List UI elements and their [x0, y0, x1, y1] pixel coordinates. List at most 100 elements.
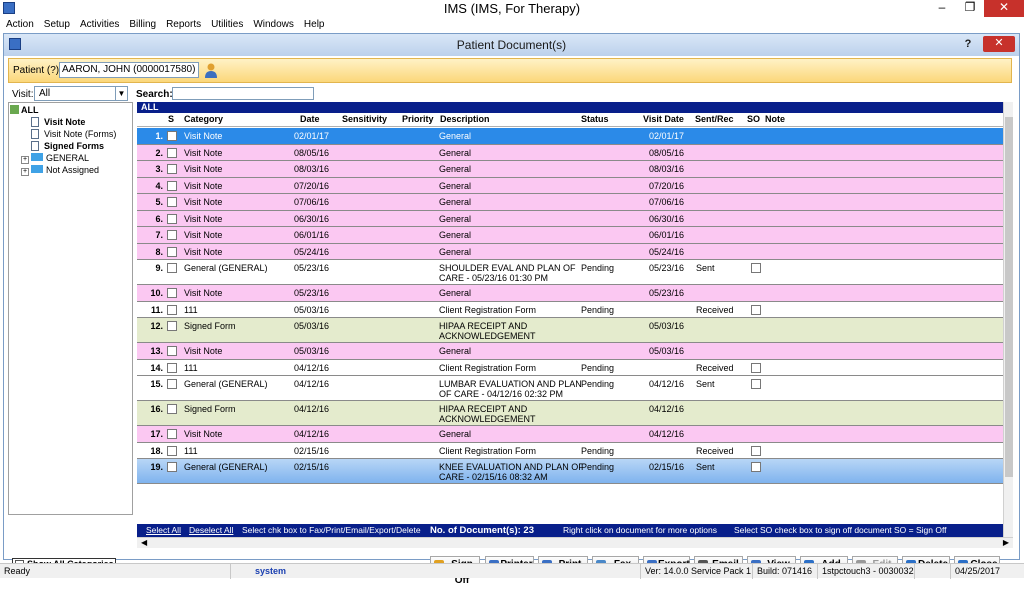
menu-utilities[interactable]: Utilities	[211, 17, 243, 32]
table-row[interactable]: 7. Visit Note 06/01/16 General 06/01/16	[137, 227, 1003, 244]
row-select-checkbox[interactable]	[167, 213, 177, 224]
table-row[interactable]: 11. 111 05/03/16 Client Registration Form Pe…	[137, 301, 1003, 318]
minimize-button[interactable]: –	[928, 0, 956, 17]
column-header-s[interactable]: S	[168, 114, 174, 124]
table-row[interactable]: 10. Visit Note 05/23/16 General 05/23/16	[137, 285, 1003, 302]
row-select-checkbox[interactable]	[167, 429, 177, 439]
patient-label[interactable]: Patient (?)	[13, 65, 59, 76]
tree-node-signed-forms[interactable]: Signed Forms	[9, 140, 132, 152]
signoff-checkbox[interactable]	[751, 379, 761, 389]
horizontal-scrollbar[interactable]: ◀ ▶	[137, 537, 1013, 548]
signoff-checkbox[interactable]	[751, 445, 761, 456]
scroll-thumb[interactable]	[1005, 117, 1013, 477]
row-select-checkbox[interactable]	[167, 288, 177, 298]
tree-node-visit-note[interactable]: Visit Note	[9, 116, 132, 128]
restore-button[interactable]: ❐	[956, 0, 984, 17]
table-row[interactable]: 9. General (GENERAL) 05/23/16 SHOULDER EVAL…	[137, 260, 1003, 285]
table-row[interactable]: 13. Visit Note 05/03/16 General 05/03/16	[137, 343, 1003, 360]
table-row[interactable]: 12. Signed Form 05/03/16 HIPAA RECEIPT AND …	[137, 318, 1003, 343]
status-version: Ver: 14.0.0 Service Pack 1	[640, 564, 755, 579]
table-row[interactable]: 6. Visit Note 06/30/16 General 06/30/16	[137, 210, 1003, 227]
table-row[interactable]: 18. 111 02/15/16 Client Registration Form Pe…	[137, 442, 1003, 459]
tree-folder-not-assigned[interactable]: + Not Assigned	[9, 164, 132, 176]
menu-action[interactable]: Action	[6, 17, 34, 32]
vertical-scrollbar[interactable]	[1003, 102, 1013, 537]
table-row[interactable]: 3. Visit Note 08/03/16 General 08/03/16	[137, 161, 1003, 178]
row-select-checkbox[interactable]	[167, 246, 177, 257]
expand-icon[interactable]: +	[21, 156, 29, 164]
visit-select[interactable]: All ▼	[34, 86, 128, 101]
row-select-checkbox[interactable]	[167, 180, 177, 191]
row-select-checkbox[interactable]	[167, 445, 177, 456]
row-select-checkbox[interactable]	[167, 197, 177, 207]
table-row[interactable]: 4. Visit Note 07/20/16 General 07/20/16	[137, 177, 1003, 194]
menu-reports[interactable]: Reports	[166, 17, 201, 32]
window-icon[interactable]	[9, 38, 21, 50]
signoff-checkbox[interactable]	[751, 263, 761, 273]
date-cell: 07/20/16	[294, 180, 330, 191]
row-select-checkbox[interactable]	[167, 346, 177, 356]
patient-lookup-icon[interactable]	[204, 62, 218, 78]
table-row[interactable]: 17. Visit Note 04/12/16 General 04/12/16	[137, 426, 1003, 443]
menu-windows[interactable]: Windows	[253, 17, 294, 32]
document-close-button[interactable]: ✕	[983, 36, 1015, 52]
column-header-status[interactable]: Status	[581, 114, 609, 124]
row-select-checkbox[interactable]	[167, 404, 177, 414]
column-header-so[interactable]: SO	[747, 114, 760, 124]
patient-field[interactable]: AARON, JOHN (0000017580)	[59, 62, 199, 78]
folder-icon	[31, 153, 43, 161]
close-button[interactable]: ✕	[984, 0, 1024, 17]
category-cell: Signed Form	[184, 321, 236, 331]
column-header-sent-rec[interactable]: Sent/Rec	[695, 114, 734, 124]
app-icon[interactable]	[3, 2, 15, 14]
date-cell: 04/12/16	[294, 362, 330, 373]
scroll-left-icon[interactable]: ◀	[141, 538, 147, 548]
row-select-checkbox[interactable]	[167, 164, 177, 174]
help-button[interactable]: ?	[959, 36, 977, 52]
menu-billing[interactable]: Billing	[129, 17, 156, 32]
row-select-checkbox[interactable]	[167, 362, 177, 373]
select-all-link[interactable]: Select All	[146, 524, 181, 537]
table-row[interactable]: 15. General (GENERAL) 04/12/16 LUMBAR EVALU…	[137, 376, 1003, 401]
row-select-checkbox[interactable]	[167, 304, 177, 315]
category-cell: Visit Note	[184, 429, 223, 439]
table-row[interactable]: 8. Visit Note 05/24/16 General 05/24/16	[137, 243, 1003, 260]
visit-date-cell: 02/15/16	[649, 462, 685, 472]
table-row[interactable]: 16. Signed Form 04/12/16 HIPAA RECEIPT AND …	[137, 401, 1003, 426]
deselect-all-link[interactable]: Deselect All	[189, 524, 233, 537]
menu-activities[interactable]: Activities	[80, 17, 119, 32]
table-row[interactable]: 1. Visit Note 02/01/17 General 02/01/17	[137, 128, 1003, 145]
row-select-checkbox[interactable]	[167, 462, 177, 472]
expand-icon[interactable]: +	[21, 168, 29, 176]
row-select-checkbox[interactable]	[167, 379, 177, 389]
signoff-checkbox[interactable]	[751, 304, 761, 315]
scroll-right-icon[interactable]: ▶	[1003, 538, 1009, 548]
column-header-visit-date[interactable]: Visit Date	[643, 114, 684, 124]
table-row[interactable]: 5. Visit Note 07/06/16 General 07/06/16	[137, 194, 1003, 211]
tree-folder-general[interactable]: + GENERAL	[9, 152, 132, 164]
table-row[interactable]: 19. General (GENERAL) 02/15/16 KNEE EVALUAT…	[137, 459, 1003, 484]
column-header-category[interactable]: Category	[184, 114, 223, 124]
table-row[interactable]: 2. Visit Note 08/05/16 General 08/05/16	[137, 144, 1003, 161]
menu-help[interactable]: Help	[304, 17, 325, 32]
menu-setup[interactable]: Setup	[44, 17, 70, 32]
row-select-checkbox[interactable]	[167, 147, 177, 158]
table-row[interactable]: 14. 111 04/12/16 Client Registration Form Pe…	[137, 359, 1003, 376]
signoff-checkbox[interactable]	[751, 462, 761, 472]
chevron-down-icon[interactable]: ▼	[115, 87, 127, 100]
column-header-priority[interactable]: Priority	[402, 114, 434, 124]
column-header-description[interactable]: Description	[440, 114, 490, 124]
row-select-checkbox[interactable]	[167, 230, 177, 240]
visit-date-cell: 05/03/16	[649, 346, 685, 356]
tree-node-all[interactable]: ALL	[9, 104, 132, 116]
column-header-sensitivity[interactable]: Sensitivity	[342, 114, 387, 124]
search-input[interactable]	[172, 87, 314, 100]
row-select-checkbox[interactable]	[167, 263, 177, 273]
column-header-date[interactable]: Date	[300, 114, 320, 124]
row-select-checkbox[interactable]	[167, 131, 177, 141]
row-select-checkbox[interactable]	[167, 321, 177, 331]
tree-node-visit-note-forms-[interactable]: Visit Note (Forms)	[9, 128, 132, 140]
signoff-checkbox[interactable]	[751, 362, 761, 373]
column-header-note[interactable]: Note	[765, 114, 785, 124]
category-cell: General (GENERAL)	[184, 379, 268, 389]
